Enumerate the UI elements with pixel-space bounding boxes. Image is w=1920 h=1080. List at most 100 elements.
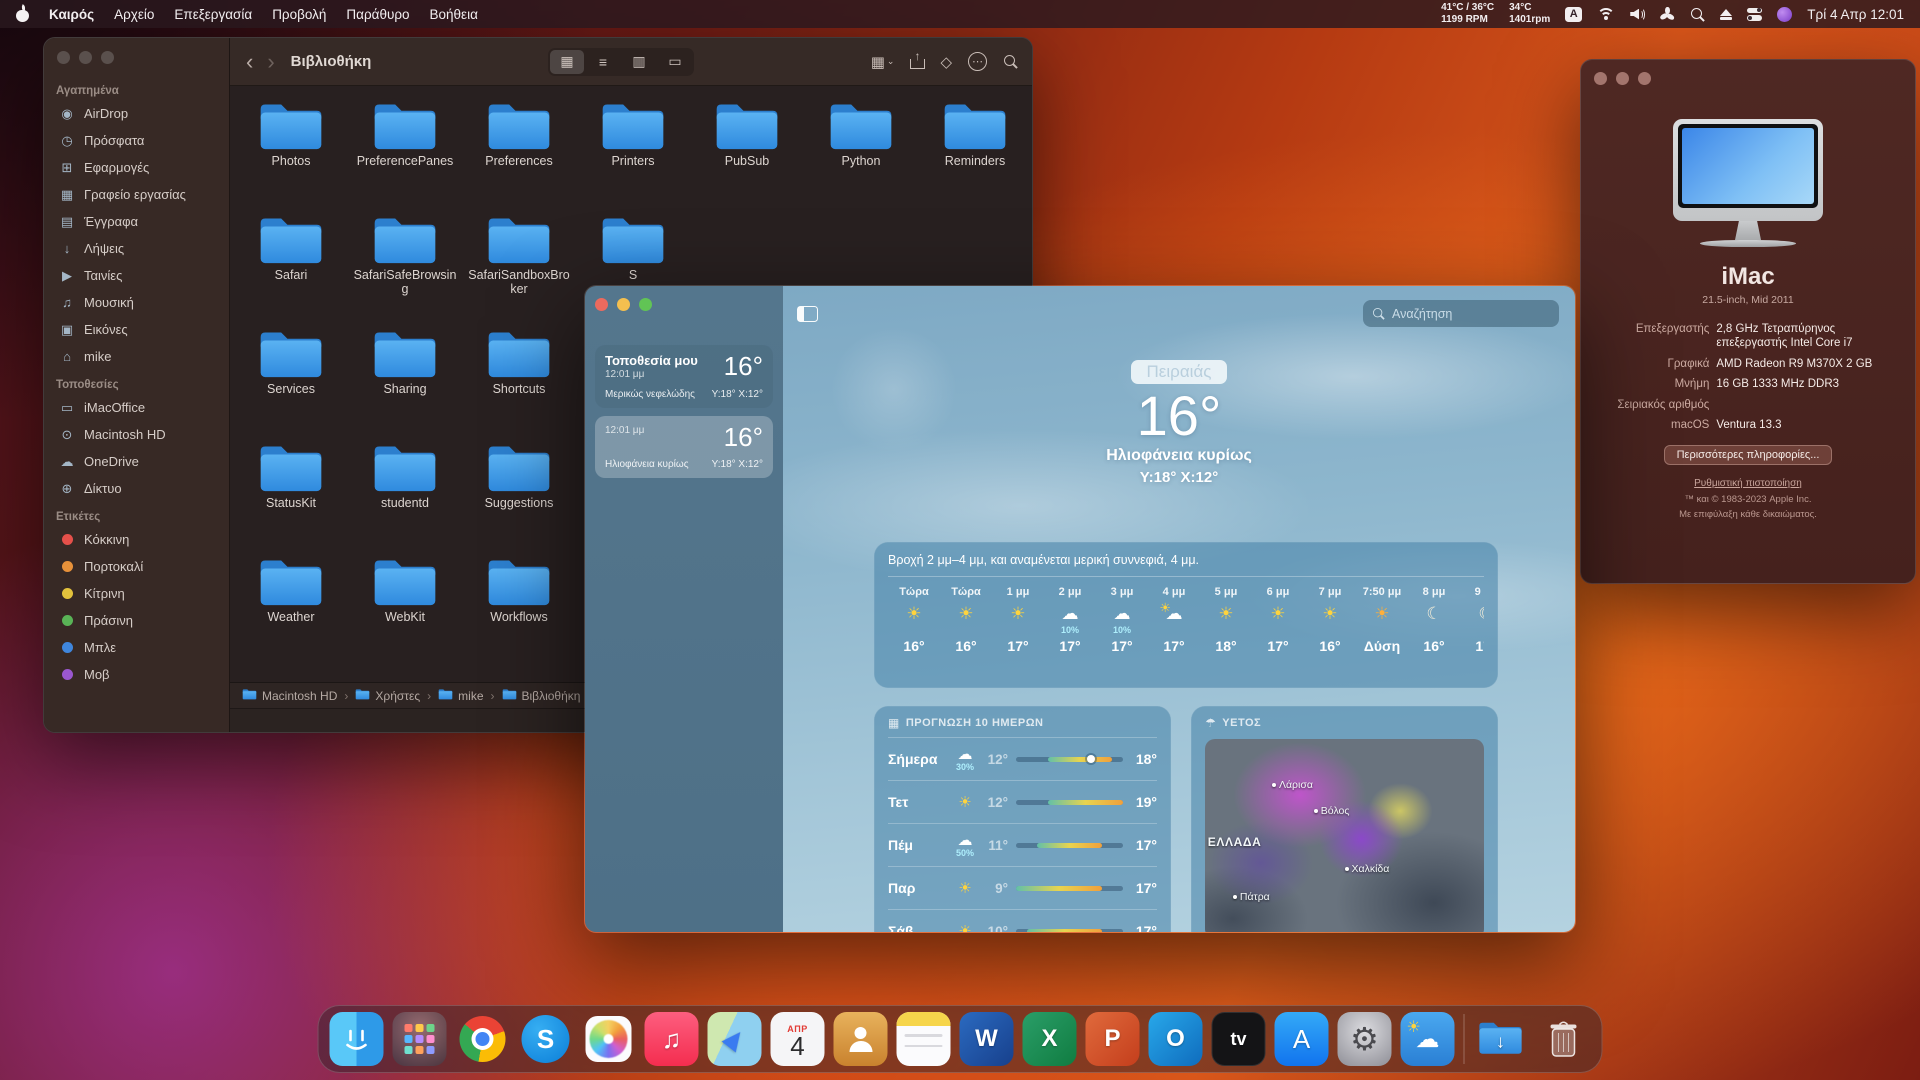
back-button[interactable]: ‹ — [244, 51, 255, 73]
sidebar-item-μπλε[interactable]: Μπλε — [50, 634, 223, 661]
folder-item[interactable]: PubSub — [690, 94, 804, 208]
minimize-button[interactable] — [79, 51, 92, 64]
menubar-menu-προβολή[interactable]: Προβολή — [272, 7, 326, 22]
control-center-icon[interactable] — [1747, 8, 1762, 21]
folder-item[interactable]: SafariSandboxBroker — [462, 208, 576, 322]
folder-item[interactable]: Services — [234, 322, 348, 436]
dock-item-downloads[interactable]: ↓ — [1474, 1012, 1528, 1066]
apple-menu-icon[interactable] — [16, 6, 29, 22]
folder-item[interactable]: Photos — [234, 94, 348, 208]
dock-item-word[interactable]: W — [960, 1012, 1014, 1066]
volume-icon[interactable] — [1630, 8, 1645, 21]
sidebar-item-πράσινη[interactable]: Πράσινη — [50, 607, 223, 634]
folder-item[interactable]: WebKit — [348, 550, 462, 664]
folder-item[interactable]: SafariSafeBrowsing — [348, 208, 462, 322]
sidebar-item-εικόνες[interactable]: ▣Εικόνες — [50, 316, 223, 343]
menubar-clock[interactable]: Τρί 4 Απρ 12:01 — [1807, 7, 1904, 22]
sidebar-item-κόκκινη[interactable]: Κόκκινη — [50, 526, 223, 553]
minimize-button[interactable] — [1616, 72, 1629, 85]
sidebar-item-λήψεις[interactable]: ↓Λήψεις — [50, 235, 223, 262]
folder-item[interactable]: Workflows — [462, 550, 576, 664]
folder-item[interactable]: Printers — [576, 94, 690, 208]
folder-item[interactable]: Suggestions — [462, 436, 576, 550]
tenday-row-τετ[interactable]: Τετ☀12°19° — [888, 780, 1157, 823]
sidebar-item-ταινίες[interactable]: ▶Ταινίες — [50, 262, 223, 289]
weather-search-field[interactable] — [1363, 300, 1559, 327]
folder-item[interactable]: StatusKit — [234, 436, 348, 550]
sidebar-item-μοβ[interactable]: Μοβ — [50, 661, 223, 688]
input-source-icon[interactable]: A — [1565, 7, 1582, 22]
gallery-view-button[interactable]: ▭ — [658, 50, 692, 74]
folder-item[interactable]: Sharing — [348, 322, 462, 436]
sidebar-item-onedrive[interactable]: ☁OneDrive — [50, 448, 223, 475]
menubar-menu-βοήθεια[interactable]: Βοήθεια — [430, 7, 478, 22]
minimize-button[interactable] — [617, 298, 630, 311]
dock-item-maps[interactable] — [708, 1012, 762, 1066]
menubar-menu-αρχείο[interactable]: Αρχείο — [114, 7, 154, 22]
folder-item[interactable]: Python — [804, 94, 918, 208]
dock-item-trash[interactable] — [1537, 1012, 1591, 1066]
icon-view-button[interactable]: ▦ — [550, 50, 584, 74]
status-menu-icon[interactable] — [1777, 7, 1792, 22]
location-card-1[interactable]: 12:01 μμ16°Ηλιοφάνεια κυρίωςΥ:18° Χ:12° — [595, 416, 773, 478]
temperature-sensor-readout[interactable]: 41°C / 36°C 1199 RPM — [1441, 2, 1494, 26]
path-item-βιβλιοθήκη[interactable]: Βιβλιοθήκη — [502, 688, 581, 703]
dock-item-powerpoint[interactable]: P — [1086, 1012, 1140, 1066]
fan-sensor-readout[interactable]: 34°C 1401rpm — [1509, 2, 1550, 26]
dock-item-launchpad[interactable] — [393, 1012, 447, 1066]
sidebar-item-macintosh-hd[interactable]: ⊙Macintosh HD — [50, 421, 223, 448]
zoom-button[interactable] — [1638, 72, 1651, 85]
sidebar-item-πρόσφατα[interactable]: ◷Πρόσφατα — [50, 127, 223, 154]
sidebar-item-πορτοκαλί[interactable]: Πορτοκαλί — [50, 553, 223, 580]
sidebar-item-εφαρμογές[interactable]: ⊞Εφαρμογές — [50, 154, 223, 181]
sidebar-item-mike[interactable]: ⌂mike — [50, 343, 223, 370]
dock-item-notes[interactable] — [897, 1012, 951, 1066]
tenday-row-σήμερα[interactable]: Σήμερα☁30%12°18° — [888, 737, 1157, 780]
dock-item-appstore[interactable]: A — [1275, 1012, 1329, 1066]
sidebar-item-imacoffice[interactable]: ▭iMacOffice — [50, 394, 223, 421]
dock-item-music[interactable]: ♫ — [645, 1012, 699, 1066]
dock-item-settings[interactable]: ⚙ — [1338, 1012, 1392, 1066]
dock-item-outlook[interactable]: O — [1149, 1012, 1203, 1066]
close-button[interactable] — [57, 51, 70, 64]
tenday-row-πέμ[interactable]: Πέμ☁50%11°17° — [888, 823, 1157, 866]
path-item-mike[interactable]: mike — [438, 688, 483, 703]
sidebar-item-κίτρινη[interactable]: Κίτρινη — [50, 580, 223, 607]
group-by-button[interactable]: ▦⌄ — [871, 53, 895, 71]
menubar-menu-παράθυρο[interactable]: Παράθυρο — [346, 7, 409, 22]
menubar-menu-επεξεργασία[interactable]: Επεξεργασία — [174, 7, 252, 22]
search-button[interactable] — [1003, 54, 1018, 69]
folder-item[interactable]: studentd — [348, 436, 462, 550]
sidebar-item-μουσική[interactable]: ♫Μουσική — [50, 289, 223, 316]
location-card-0[interactable]: Τοποθεσία μου12:01 μμ16°Μερικώς νεφελώδη… — [595, 345, 773, 408]
sidebar-item-γραφείο-εργασίας[interactable]: ▦Γραφείο εργασίας — [50, 181, 223, 208]
folder-item[interactable]: Safari — [234, 208, 348, 322]
sidebar-item-airdrop[interactable]: ◉AirDrop — [50, 100, 223, 127]
more-info-button[interactable]: Περισσότερες πληροφορίες... — [1664, 445, 1833, 465]
close-button[interactable] — [1594, 72, 1607, 85]
path-item-χρήστες[interactable]: Χρήστες — [355, 688, 420, 703]
sidebar-item-έγγραφα[interactable]: ▤Έγγραφα — [50, 208, 223, 235]
sidebar-item-δίκτυο[interactable]: ⊕Δίκτυο — [50, 475, 223, 502]
spotlight-search-icon[interactable] — [1690, 7, 1705, 22]
dock-item-weather[interactable]: ☀☁ — [1401, 1012, 1455, 1066]
share-button[interactable] — [910, 53, 924, 70]
search-input[interactable] — [1392, 307, 1551, 321]
more-actions-button[interactable]: ⋯ — [968, 52, 987, 71]
list-view-button[interactable]: ≡ — [586, 50, 620, 74]
dock-item-photos[interactable] — [582, 1012, 636, 1066]
precip-map[interactable]: ΛάρισαΒόλοςΕΛΛΑΔΑΧαλκίδαΠάτρα — [1205, 739, 1484, 933]
dock-item-skype[interactable]: S — [519, 1012, 573, 1066]
path-item-macintosh-hd[interactable]: Macintosh HD — [242, 688, 337, 703]
zoom-button[interactable] — [639, 298, 652, 311]
wifi-icon[interactable] — [1597, 8, 1615, 21]
forward-button[interactable]: › — [265, 51, 276, 73]
dock-item-calendar[interactable]: ΑΠΡ 4 — [771, 1012, 825, 1066]
folder-item[interactable]: Shortcuts — [462, 322, 576, 436]
dock-item-excel[interactable]: X — [1023, 1012, 1077, 1066]
close-button[interactable] — [595, 298, 608, 311]
tenday-row-σάβ[interactable]: Σάβ☀10°17° — [888, 909, 1157, 933]
folder-item[interactable]: Weather — [234, 550, 348, 664]
dock-item-contacts[interactable] — [834, 1012, 888, 1066]
column-view-button[interactable]: ▥ — [622, 50, 656, 74]
